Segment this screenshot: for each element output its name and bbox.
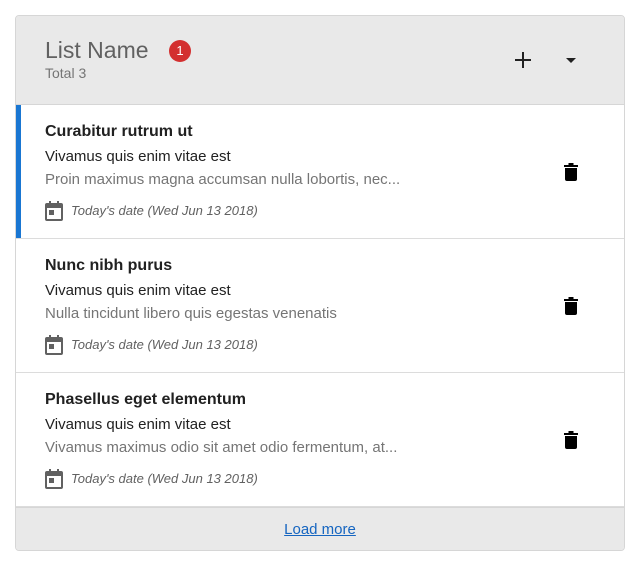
item-subtitle: Vivamus quis enim vitae est	[45, 416, 231, 433]
count-badge: 1	[169, 40, 191, 62]
calendar-icon	[45, 469, 63, 489]
list-item[interactable]: Nunc nibh purus Vivamus quis enim vitae …	[16, 239, 624, 373]
item-title: Phasellus eget elementum	[45, 391, 246, 408]
item-date: Today's date (Wed Jun 13 2018)	[71, 471, 258, 486]
item-description: Vivamus maximus odio sit amet odio ferme…	[45, 439, 398, 456]
trash-icon	[564, 431, 578, 449]
item-date: Today's date (Wed Jun 13 2018)	[71, 337, 258, 352]
list-header: List Name 1 Total 3	[16, 16, 624, 105]
trash-icon	[564, 163, 578, 181]
caret-down-icon	[566, 58, 576, 63]
list-footer: Load more	[16, 507, 624, 550]
item-description: Proin maximus magna accumsan nulla lobor…	[45, 171, 401, 188]
list-item[interactable]: Phasellus eget elementum Vivamus quis en…	[16, 373, 624, 507]
item-subtitle: Vivamus quis enim vitae est	[45, 282, 231, 299]
item-date: Today's date (Wed Jun 13 2018)	[71, 203, 258, 218]
trash-icon	[564, 297, 578, 315]
item-subtitle: Vivamus quis enim vitae est	[45, 148, 231, 165]
calendar-icon	[45, 335, 63, 355]
add-button[interactable]	[507, 44, 539, 76]
calendar-icon	[45, 201, 63, 221]
list-title: List Name	[45, 37, 149, 63]
dropdown-button[interactable]	[555, 44, 587, 76]
plus-icon	[515, 52, 531, 68]
delete-button[interactable]	[555, 424, 587, 456]
load-more-link[interactable]: Load more	[284, 521, 356, 538]
item-title: Curabitur rutrum ut	[45, 123, 193, 140]
item-description: Nulla tincidunt libero quis egestas vene…	[45, 305, 337, 322]
delete-button[interactable]	[555, 156, 587, 188]
list-item[interactable]: Curabitur rutrum ut Vivamus quis enim vi…	[16, 105, 624, 239]
item-title: Nunc nibh purus	[45, 257, 173, 274]
list-total: Total 3	[45, 65, 87, 81]
delete-button[interactable]	[555, 290, 587, 322]
list-card: List Name 1 Total 3 Curabitur rutrum ut …	[15, 15, 625, 551]
